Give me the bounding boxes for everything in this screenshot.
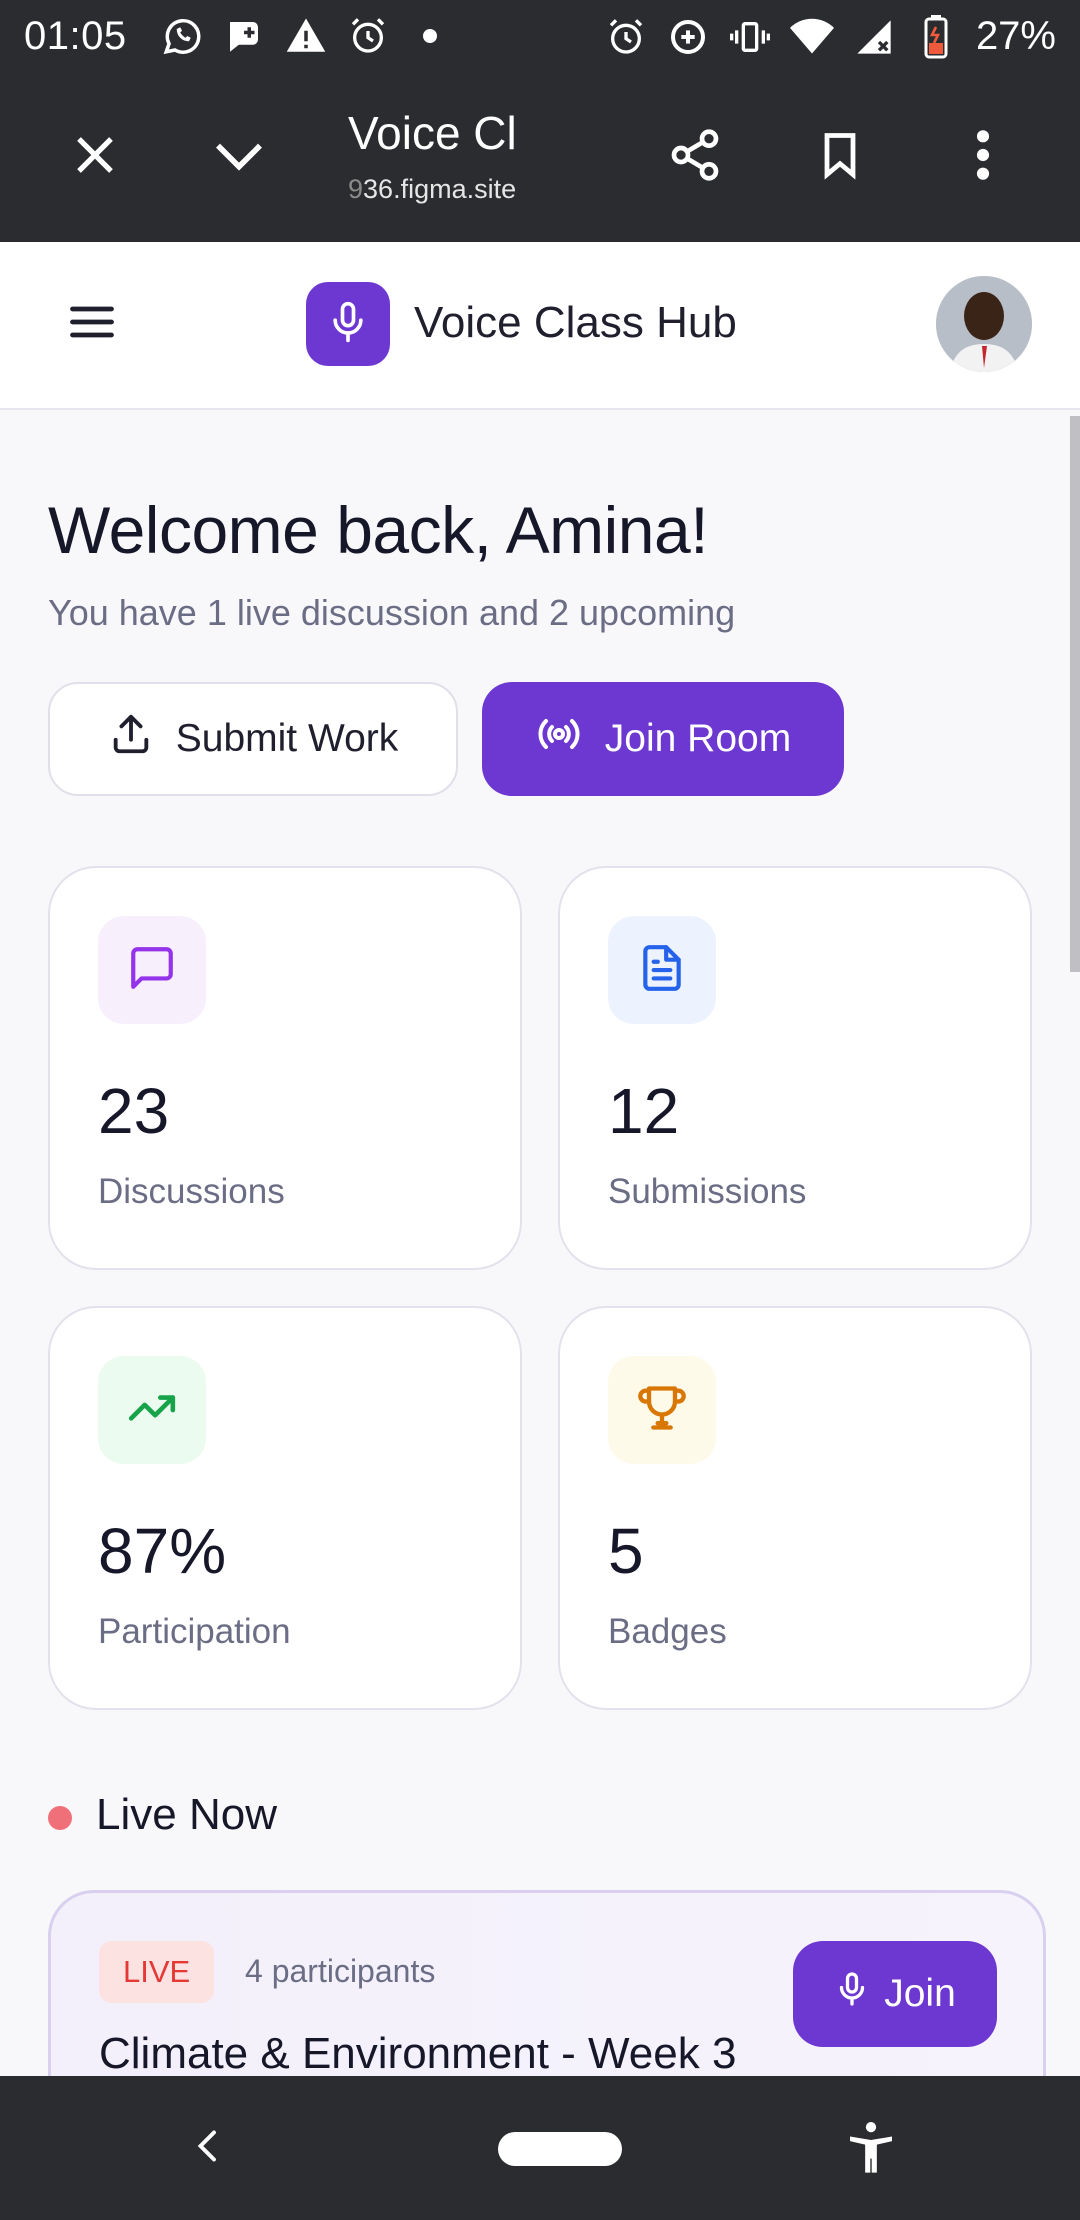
back-chevron-icon — [190, 2128, 226, 2169]
back-button[interactable] — [176, 2116, 240, 2180]
more-options-button[interactable] — [938, 112, 1028, 202]
share-button[interactable] — [650, 112, 740, 202]
data-saver-icon — [666, 15, 710, 59]
live-session-card[interactable]: LIVE 4 participants Climate & Environmen… — [48, 1890, 1046, 2076]
alarm-icon — [346, 14, 390, 58]
signal-icon — [852, 15, 896, 59]
chat-plus-icon — [222, 14, 266, 58]
message-square-icon — [127, 943, 177, 998]
page-title: Voice Cl — [348, 107, 517, 159]
battery-percent: 27% — [975, 14, 1056, 58]
join-room-button[interactable]: Join Room — [482, 682, 844, 796]
app-title: Voice Class Hub — [414, 298, 737, 347]
live-session-title: Climate & Environment - Week 3 — [99, 2029, 737, 2076]
join-room-label: Join Room — [604, 717, 792, 760]
stat-icon-box — [608, 916, 716, 1024]
bookmark-button[interactable] — [795, 112, 885, 202]
stat-label: Badges — [608, 1612, 727, 1651]
file-text-icon — [637, 943, 687, 998]
warning-icon — [284, 14, 328, 58]
url-text: 36.figma.site — [363, 174, 517, 204]
stat-card-badges[interactable]: 5 Badges — [558, 1306, 1032, 1710]
menu-button[interactable] — [56, 288, 128, 360]
upload-icon — [108, 711, 154, 767]
welcome-subtitle: You have 1 live discussion and 2 upcomin… — [48, 592, 736, 633]
trending-up-icon — [127, 1383, 177, 1438]
stat-icon-box — [608, 1356, 716, 1464]
stat-value: 12 — [608, 1075, 680, 1147]
notification-icons — [160, 14, 452, 58]
participants-count: 4 participants — [245, 1953, 436, 1989]
accessibility-button[interactable] — [836, 2114, 906, 2184]
status-bar: 01:05 27% — [0, 0, 1080, 72]
microphone-icon — [834, 1971, 870, 2017]
stat-icon-box — [98, 916, 206, 1024]
welcome-heading: Welcome back, Amina! — [48, 493, 709, 567]
app-header: Voice Class Hub — [0, 242, 1080, 410]
hamburger-icon — [66, 296, 118, 353]
share-icon — [667, 127, 723, 188]
live-badge: LIVE — [99, 1941, 215, 2003]
stat-label: Submissions — [608, 1172, 807, 1211]
stat-card-discussions[interactable]: 23 Discussions — [48, 866, 522, 1270]
scrollbar[interactable] — [1070, 416, 1080, 972]
stat-icon-box — [98, 1356, 206, 1464]
accessibility-icon — [843, 2119, 899, 2180]
wifi-icon — [789, 15, 834, 59]
stat-card-submissions[interactable]: 12 Submissions — [558, 866, 1032, 1270]
bookmark-icon — [814, 129, 866, 186]
stat-label: Discussions — [98, 1172, 285, 1211]
home-pill-button[interactable] — [498, 2132, 622, 2166]
url-faded: 9 — [348, 174, 364, 204]
browser-toolbar: Voice Cl 936.figma.site — [0, 72, 1080, 242]
submit-work-button[interactable]: Submit Work — [48, 682, 458, 796]
microphone-icon — [326, 300, 370, 349]
close-tab-button[interactable] — [50, 112, 140, 202]
dot-icon — [408, 14, 452, 58]
join-label: Join — [884, 1972, 956, 2015]
system-icons: 27% — [604, 14, 1056, 59]
alarm-icon — [604, 15, 648, 59]
whatsapp-icon — [160, 14, 204, 58]
stat-card-participation[interactable]: 87% Participation — [48, 1306, 522, 1710]
stat-value: 5 — [608, 1515, 644, 1587]
submit-work-label: Submit Work — [175, 717, 399, 760]
join-live-button[interactable]: Join — [793, 1941, 997, 2047]
status-time: 01:05 — [24, 14, 127, 58]
live-now-heading: Live Now — [96, 1790, 277, 1839]
user-avatar[interactable] — [936, 276, 1032, 372]
app-viewport: Voice Class Hub Welcome back, Amina! You… — [0, 242, 1080, 2076]
minimize-button[interactable] — [194, 112, 284, 202]
stat-value: 23 — [98, 1075, 170, 1147]
stat-value: 87% — [98, 1515, 227, 1587]
page-url: 936.figma.site — [348, 174, 516, 205]
more-vertical-icon — [975, 127, 991, 188]
close-icon — [71, 131, 119, 184]
app-logo — [306, 282, 390, 366]
system-nav-bar — [0, 2076, 1080, 2220]
radio-broadcast-icon — [535, 710, 583, 768]
trophy-icon — [636, 1382, 688, 1439]
vibrate-icon — [728, 15, 772, 59]
battery-icon — [914, 14, 958, 59]
live-indicator-dot — [48, 1806, 72, 1830]
stat-label: Participation — [98, 1612, 291, 1651]
chevron-down-icon — [211, 127, 267, 188]
